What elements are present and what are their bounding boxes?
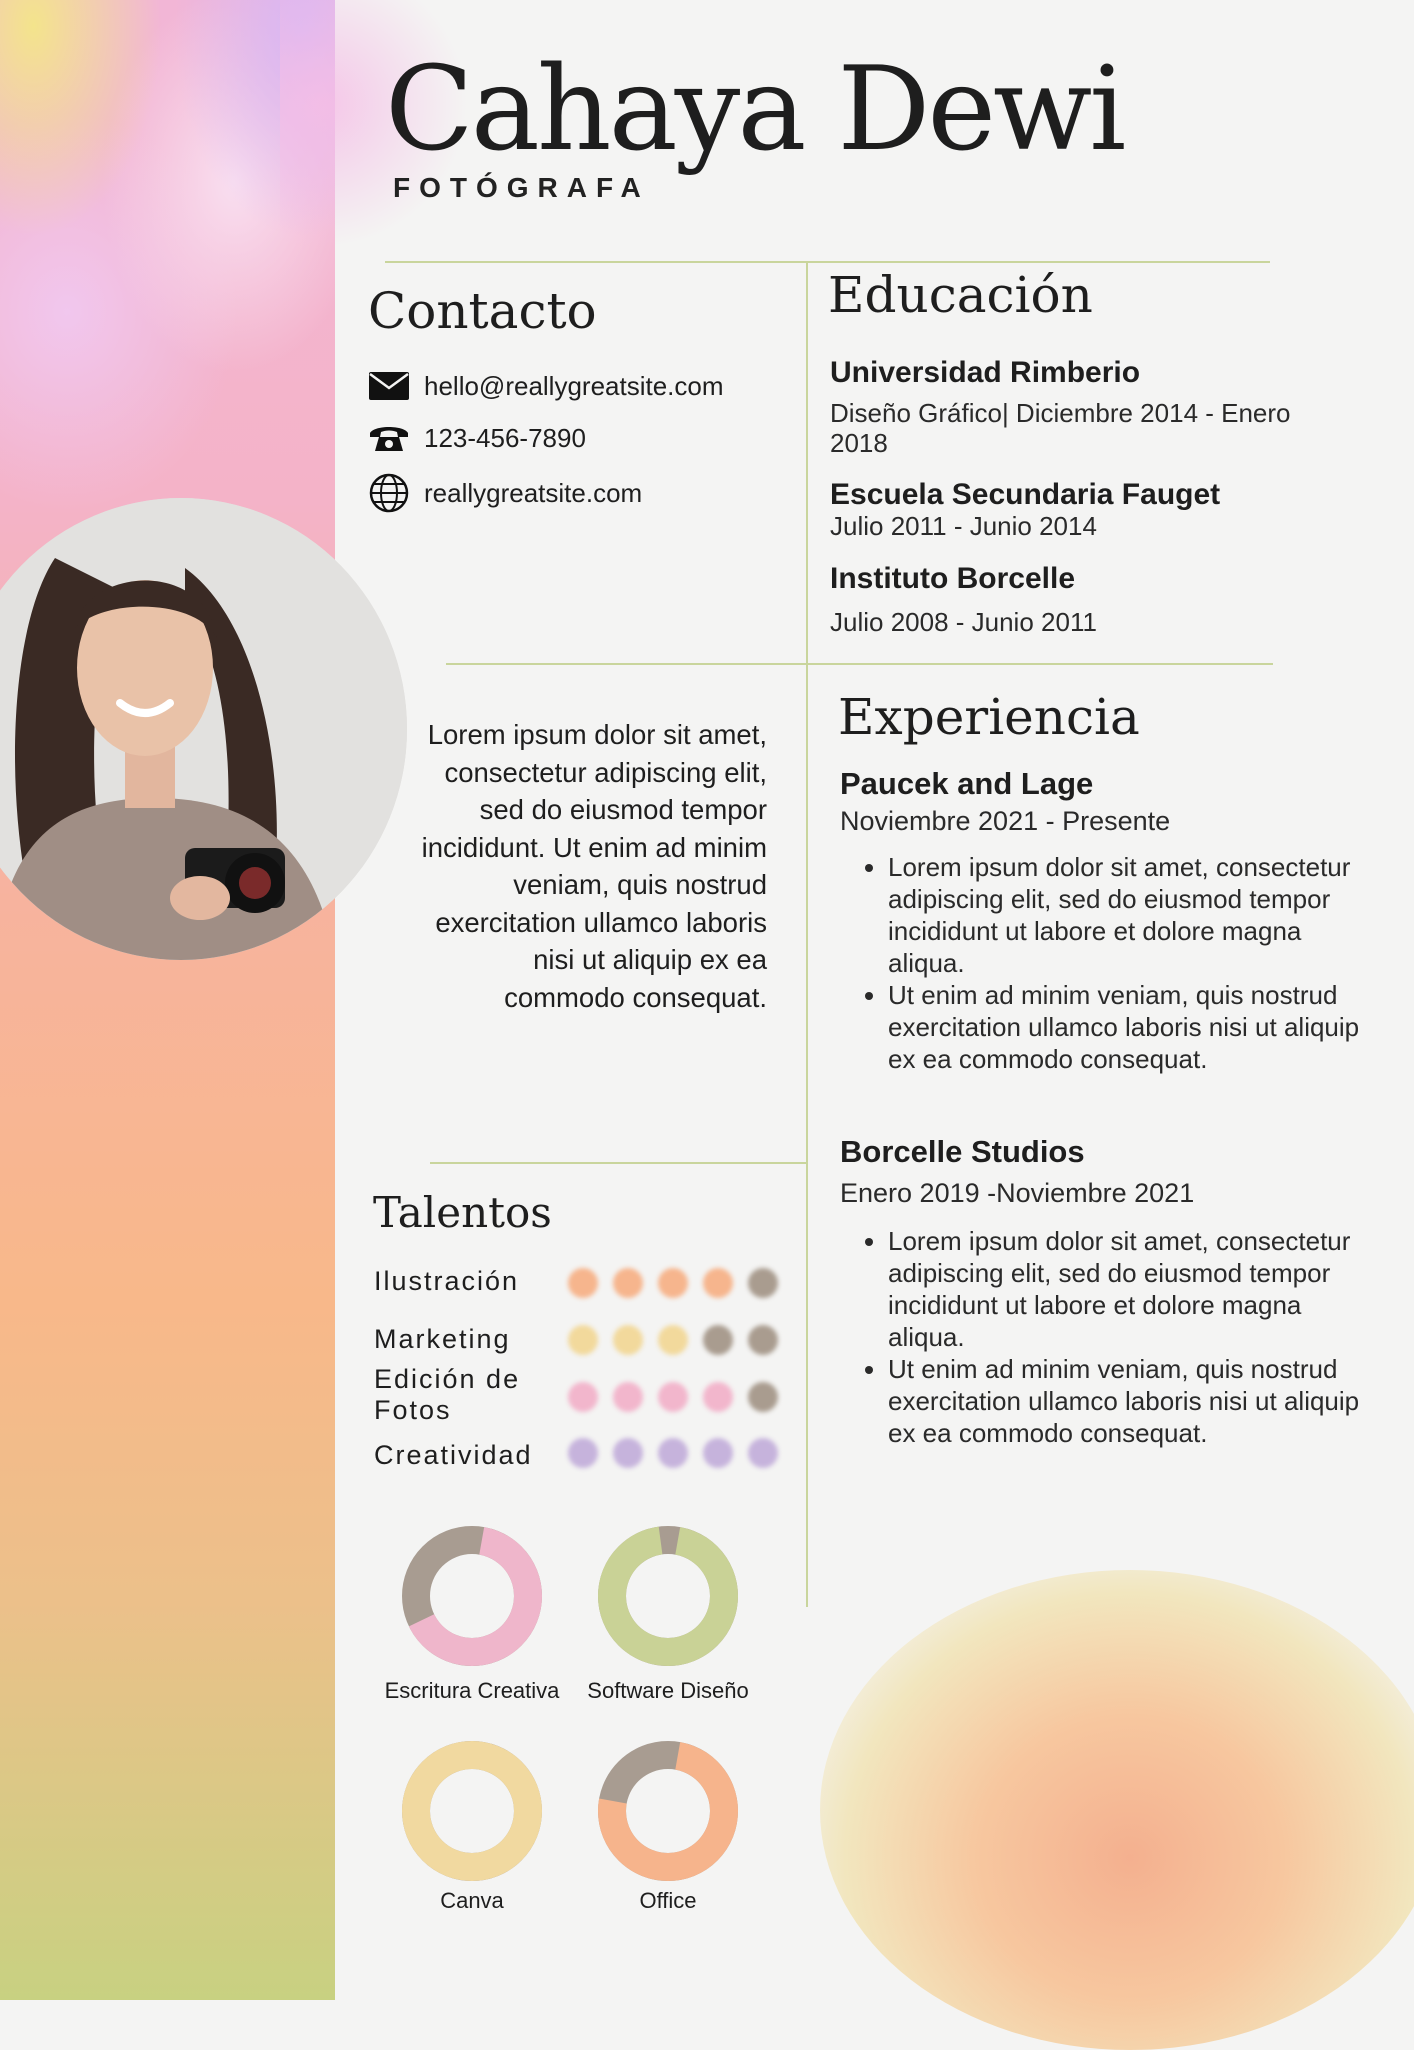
tool-label-2: Software Diseño — [587, 1678, 749, 1703]
job-dates-1: Noviembre 2021 - Presente — [840, 806, 1171, 836]
job-dates-2: Enero 2019 -Noviembre 2021 — [840, 1178, 1195, 1208]
skill-dot — [703, 1268, 733, 1298]
skill-dot — [613, 1268, 643, 1298]
skill-dot — [568, 1382, 598, 1412]
contact-phone[interactable]: 123-456-7890 — [424, 423, 586, 454]
mail-icon — [368, 369, 410, 403]
tool-donut — [402, 1525, 542, 1666]
talents-heading: Talentos — [373, 1188, 552, 1237]
education-school-1: Universidad Rimberio — [830, 356, 1141, 389]
job-bullet: Ut enim ad minim veniam, quis nostrud ex… — [888, 1353, 1368, 1449]
divider-vertical — [806, 262, 808, 1607]
decorative-blob-bottom — [820, 1570, 1414, 2050]
phone-icon — [368, 421, 410, 455]
skill-dot — [568, 1325, 598, 1355]
skill-name-1: Ilustración — [374, 1266, 520, 1296]
education-school-3: Instituto Borcelle — [830, 562, 1076, 595]
divider-talents — [430, 1162, 806, 1164]
tool-label-1: Escritura Creativa — [384, 1678, 560, 1703]
job-bullets-2: Lorem ipsum dolor sit amet, consectetur … — [856, 1225, 1368, 1449]
skill-dot — [748, 1382, 778, 1412]
skill-dot — [703, 1382, 733, 1412]
skill-dot — [568, 1438, 598, 1468]
skill-dot — [703, 1438, 733, 1468]
profile-photo-illustration — [0, 498, 407, 960]
education-detail-1: Diseño Gráfico| Diciembre 2014 - Enero 2… — [830, 398, 1291, 458]
contact-email-row[interactable]: hello@reallygreatsite.com — [368, 369, 724, 403]
job-bullet: Lorem ipsum dolor sit amet, consectetur … — [888, 851, 1368, 979]
tool-label-3: Canva — [440, 1888, 504, 1913]
skill-dot — [658, 1325, 688, 1355]
skill-name-4: Creatividad — [374, 1440, 533, 1470]
globe-icon — [368, 473, 410, 513]
divider-top — [385, 261, 1270, 263]
education-school-2: Escuela Secundaria Fauget — [830, 478, 1221, 511]
skill-dot — [613, 1325, 643, 1355]
experience-heading: Experiencia — [838, 688, 1140, 746]
contact-phone-row[interactable]: 123-456-7890 — [368, 421, 586, 455]
profile-summary: Lorem ipsum dolor sit amet, consectetur … — [421, 719, 767, 1013]
job-bullet: Lorem ipsum dolor sit amet, consectetur … — [888, 1225, 1368, 1353]
job-title: FOTÓGRAFA — [393, 172, 650, 203]
skill-dot — [748, 1268, 778, 1298]
person-name: Cahaya Dewi — [385, 42, 1126, 177]
skill-dot — [613, 1438, 643, 1468]
tool-donut — [402, 1740, 542, 1881]
divider-middle — [446, 663, 1273, 665]
education-heading: Educación — [828, 266, 1093, 324]
contact-heading: Contacto — [368, 282, 597, 340]
job-bullets-1: Lorem ipsum dolor sit amet, consectetur … — [856, 851, 1368, 1075]
skill-dot — [748, 1438, 778, 1468]
job-bullet: Ut enim ad minim veniam, quis nostrud ex… — [888, 979, 1368, 1075]
education-detail-3: Julio 2008 - Junio 2011 — [830, 607, 1097, 637]
education-detail-2: Julio 2011 - Junio 2014 — [830, 511, 1097, 541]
profile-photo — [0, 498, 407, 960]
skill-name-2: Marketing — [374, 1324, 511, 1354]
contact-email[interactable]: hello@reallygreatsite.com — [424, 371, 724, 402]
skill-name-3: Edición de Fotos — [374, 1364, 521, 1425]
tool-label-4: Office — [639, 1888, 697, 1913]
job-company-2: Borcelle Studios — [840, 1134, 1085, 1169]
skill-dot — [703, 1325, 733, 1355]
job-company-1: Paucek and Lage — [840, 766, 1094, 801]
skill-dot — [568, 1268, 598, 1298]
contact-website[interactable]: reallygreatsite.com — [424, 478, 642, 509]
skill-dot — [658, 1438, 688, 1468]
donut-value-arc — [402, 1740, 542, 1881]
tool-donut — [598, 1740, 738, 1881]
contact-website-row[interactable]: reallygreatsite.com — [368, 473, 642, 513]
skill-dot — [658, 1268, 688, 1298]
tool-donut — [598, 1525, 738, 1666]
skill-dot — [613, 1382, 643, 1412]
skill-dot — [658, 1382, 688, 1412]
skill-dot — [748, 1325, 778, 1355]
